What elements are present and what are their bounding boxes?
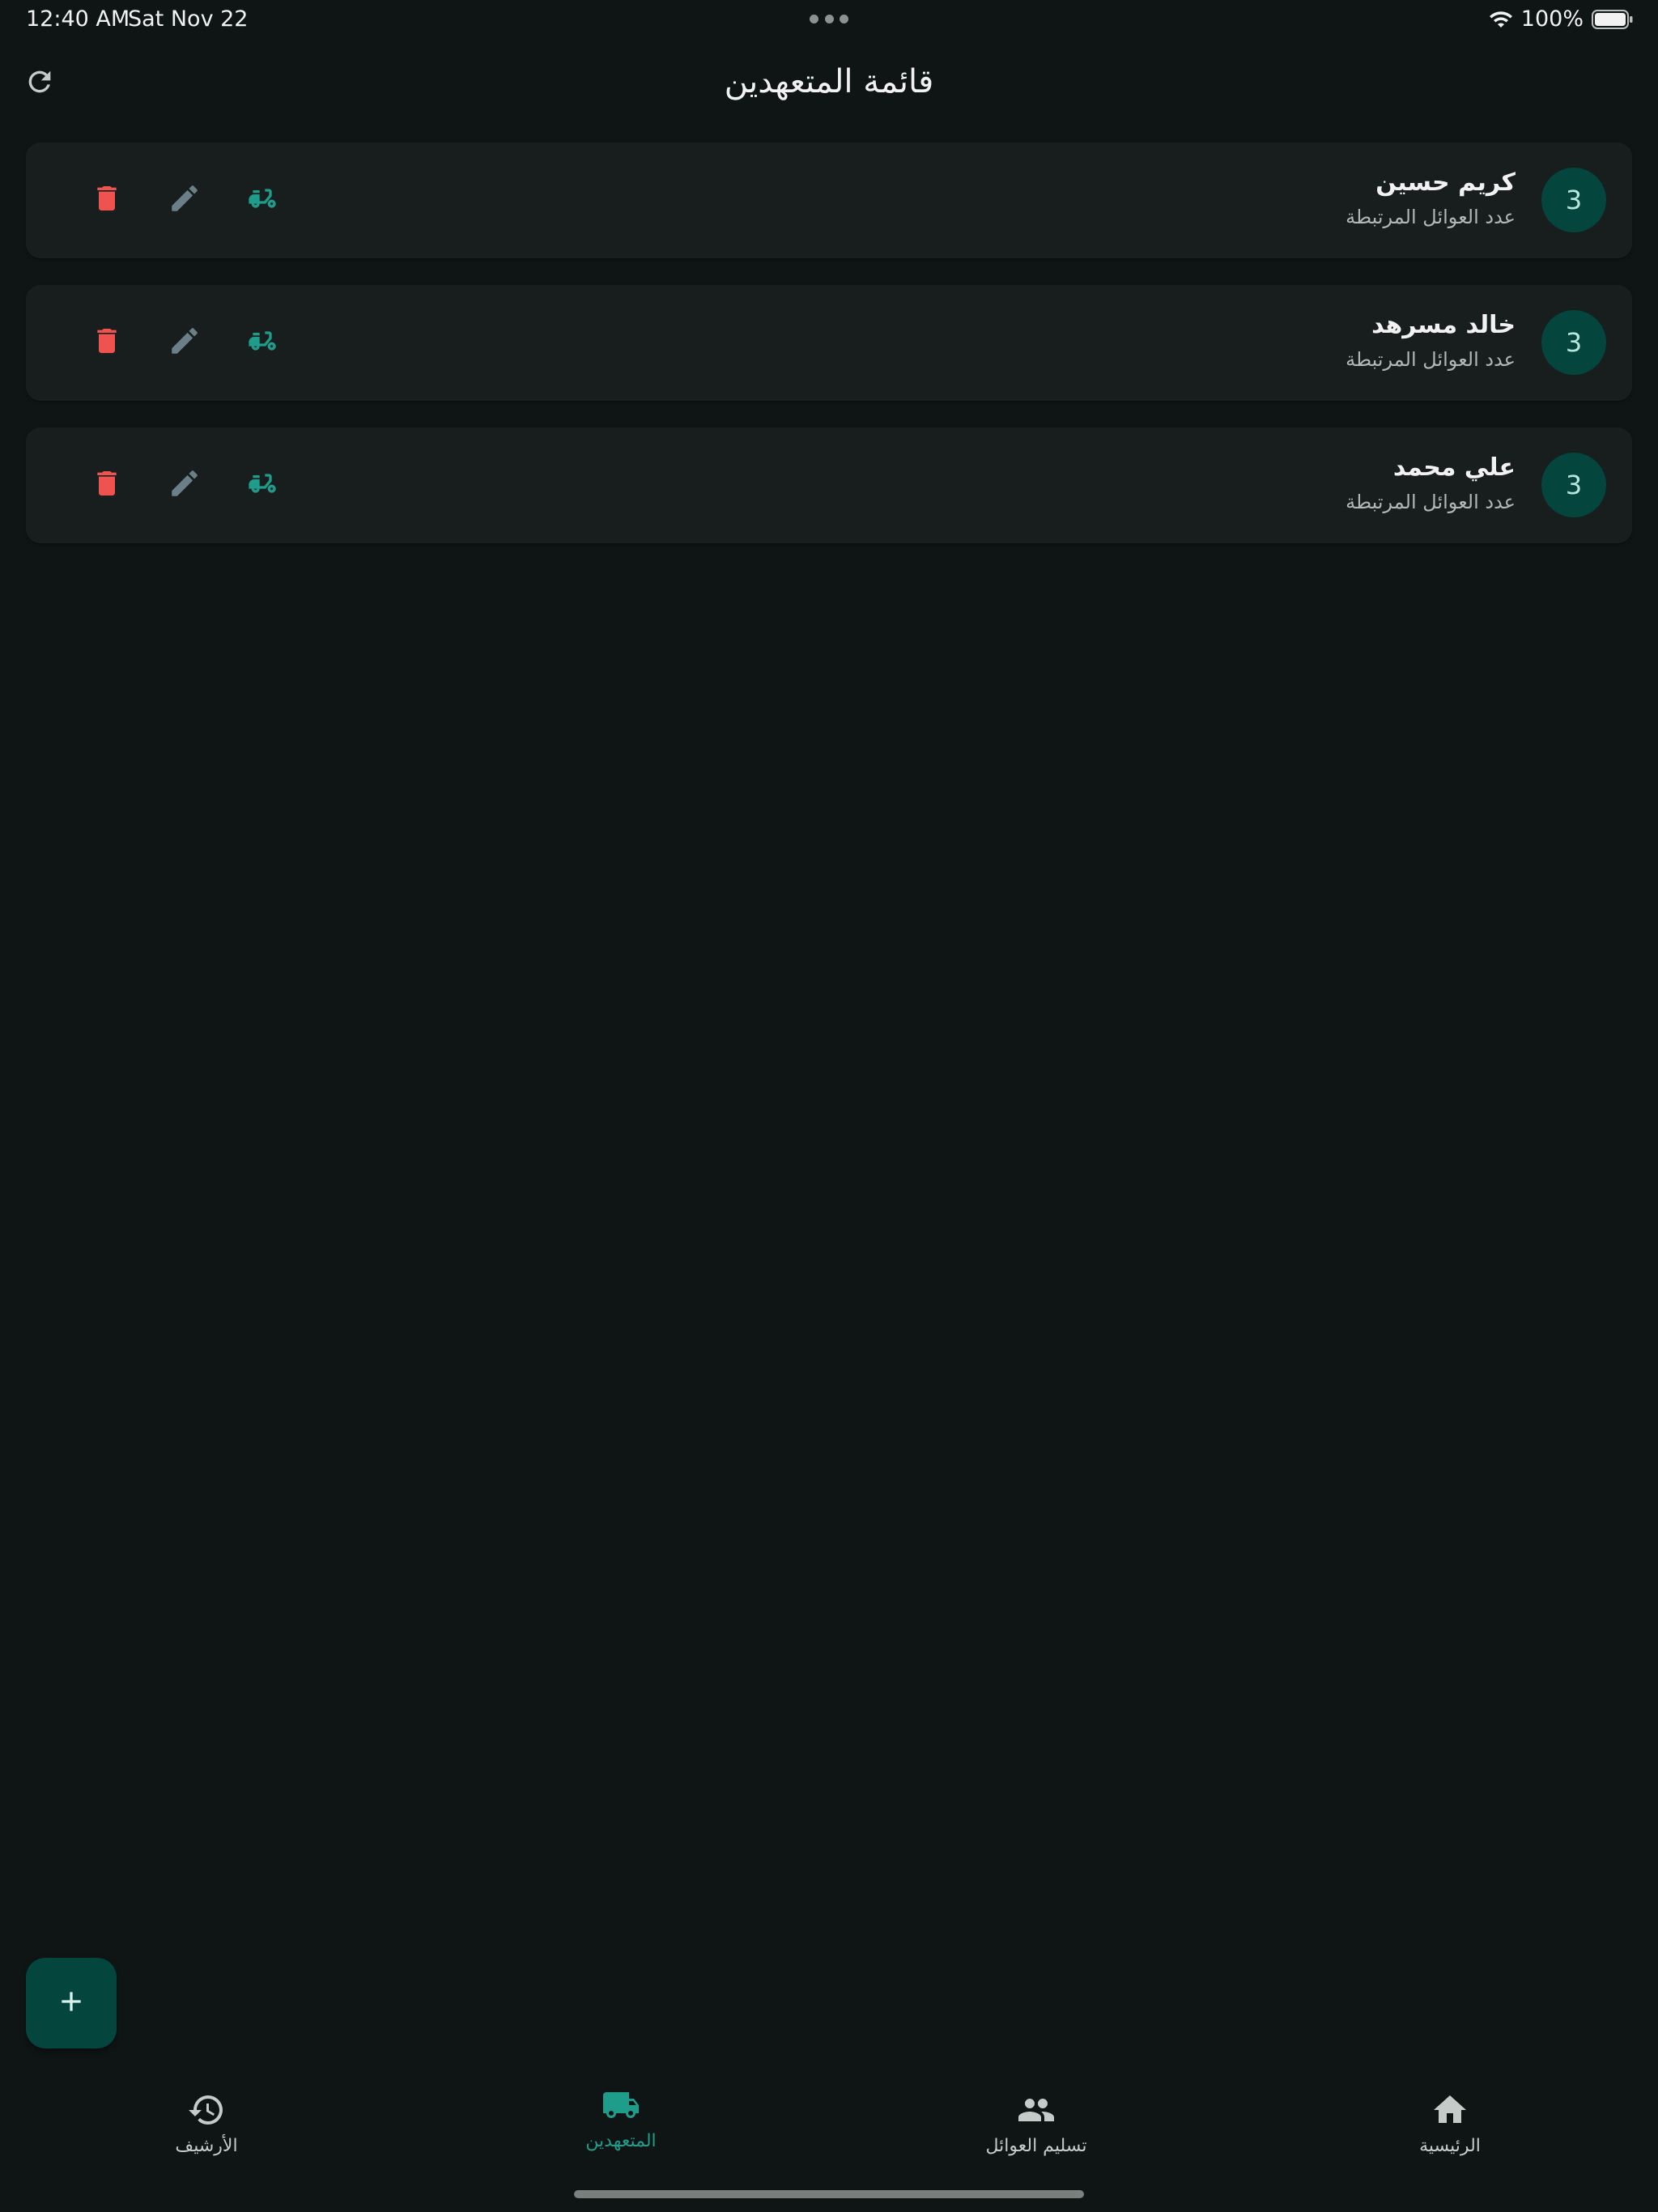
volunteer-info: كريم حسين عدد العوائل المرتبطة <box>1346 167 1516 233</box>
trash-icon <box>91 466 123 504</box>
trash-icon <box>91 181 123 219</box>
edit-button[interactable] <box>162 320 207 365</box>
assign-delivery-button[interactable] <box>240 177 285 223</box>
status-bar: 12:40 AM Sat Nov 22 100% <box>0 0 1658 39</box>
volunteer-subtitle: عدد العوائل المرتبطة <box>1346 491 1516 513</box>
card-actions <box>84 177 285 223</box>
scooter-icon <box>244 467 280 503</box>
status-date: Sat Nov 22 <box>128 6 249 32</box>
scooter-icon <box>244 325 280 360</box>
nav-item-archive[interactable]: الأرشيف <box>85 2087 328 2156</box>
home-icon <box>1431 2087 1469 2129</box>
delete-button[interactable] <box>84 320 130 365</box>
pencil-icon <box>168 466 202 504</box>
volunteer-name: كريم حسين <box>1375 168 1516 197</box>
card-actions <box>84 462 285 508</box>
volunteer-subtitle: عدد العوائل المرتبطة <box>1346 206 1516 228</box>
truck-icon <box>600 2082 642 2125</box>
volunteer-name: خالد مسرهد <box>1371 311 1516 339</box>
battery-percent: 100% <box>1520 6 1584 32</box>
status-right: 100% <box>1489 6 1634 32</box>
volunteer-info: خالد مسرهد عدد العوائل المرتبطة <box>1346 309 1516 376</box>
card-actions <box>84 320 285 365</box>
nav-label-volunteers: المتعهدين <box>585 2131 657 2151</box>
trash-icon <box>91 323 123 362</box>
delete-button[interactable] <box>84 177 130 223</box>
delete-button[interactable] <box>84 462 130 508</box>
volunteer-card[interactable]: 3 خالد مسرهد عدد العوائل المرتبطة <box>26 285 1632 401</box>
family-count-avatar: 3 <box>1541 168 1606 232</box>
volunteer-info: علي محمد عدد العوائل المرتبطة <box>1346 452 1516 518</box>
volunteers-list: 3 كريم حسين عدد العوائل المرتبطة 3 خالد … <box>26 143 1632 570</box>
add-volunteer-button[interactable] <box>26 1958 117 2048</box>
battery-icon <box>1592 9 1634 30</box>
edit-button[interactable] <box>162 177 207 223</box>
family-count-avatar: 3 <box>1541 310 1606 375</box>
pencil-icon <box>168 181 202 219</box>
family-count-avatar: 3 <box>1541 453 1606 517</box>
nav-item-family-delivery[interactable]: تسليم العوائل <box>915 2087 1158 2156</box>
plus-icon <box>55 1985 87 2021</box>
status-time: 12:40 AM <box>26 6 130 32</box>
volunteer-name: علي محمد <box>1392 453 1516 482</box>
edit-button[interactable] <box>162 462 207 508</box>
multitasking-dots-icon[interactable] <box>810 15 848 24</box>
bottom-navigation: الأرشيف المتعهدين تسليم العوائل الرئيسية <box>0 2073 1658 2170</box>
nav-label-family-delivery: تسليم العوائل <box>985 2136 1087 2156</box>
home-indicator[interactable] <box>574 2190 1084 2198</box>
scooter-icon <box>244 182 280 218</box>
wifi-icon <box>1489 10 1513 29</box>
volunteer-card[interactable]: 3 كريم حسين عدد العوائل المرتبطة <box>26 143 1632 258</box>
assign-delivery-button[interactable] <box>240 462 285 508</box>
nav-label-archive: الأرشيف <box>175 2136 238 2156</box>
people-icon <box>1016 2087 1056 2129</box>
nav-item-home[interactable]: الرئيسية <box>1329 2087 1571 2156</box>
pencil-icon <box>168 324 202 361</box>
app-header: قائمة المتعهدين <box>0 57 1658 113</box>
page-title: قائمة المتعهدين <box>724 63 934 100</box>
volunteer-subtitle: عدد العوائل المرتبطة <box>1346 348 1516 371</box>
nav-label-home: الرئيسية <box>1419 2136 1481 2156</box>
history-icon <box>187 2087 226 2129</box>
assign-delivery-button[interactable] <box>240 320 285 365</box>
volunteer-card[interactable]: 3 علي محمد عدد العوائل المرتبطة <box>26 428 1632 543</box>
nav-item-volunteers[interactable]: المتعهدين <box>500 2082 742 2151</box>
